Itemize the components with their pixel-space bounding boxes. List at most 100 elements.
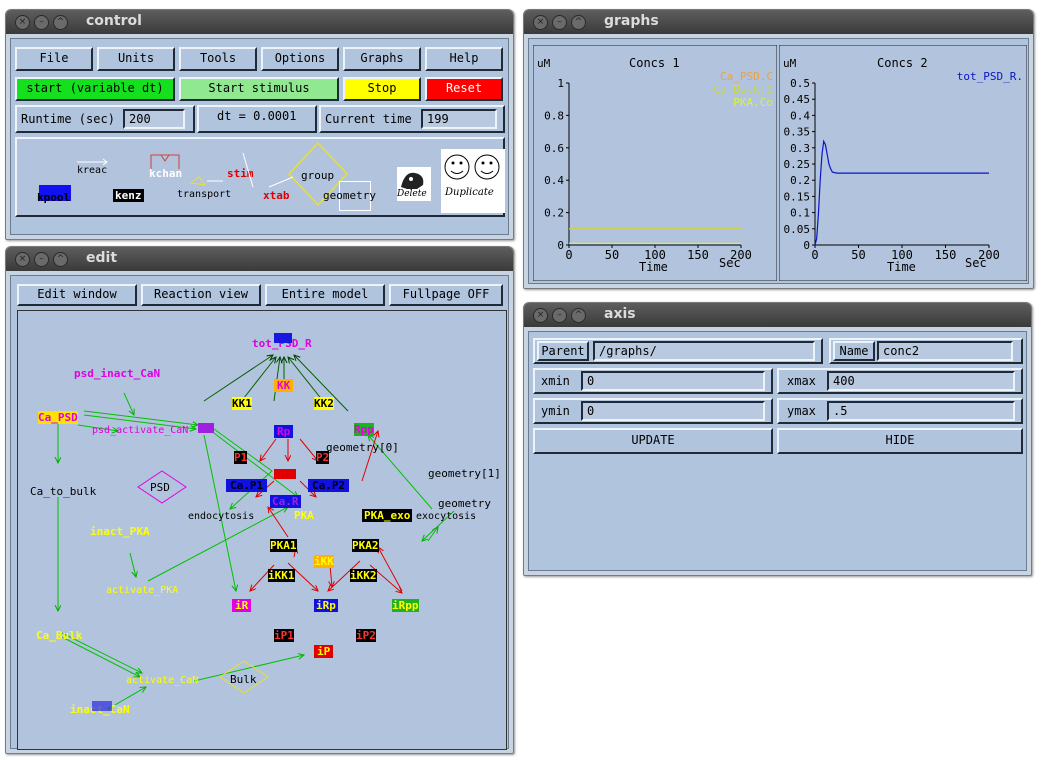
units-menu-button[interactable]: Units [97,47,175,71]
close-icon[interactable]: × [533,308,548,323]
minimize-icon[interactable]: – [552,308,567,323]
node-p1[interactable]: P1 [234,451,248,464]
entire-model-button[interactable]: Entire model [265,284,385,306]
node-p2[interactable]: P2 [316,451,330,464]
ymax-label: ymax [787,404,816,418]
node-psd[interactable]: PSD [150,481,170,494]
kpool-label: kpool [37,191,71,204]
node-pka-exo[interactable]: PKA_exo [362,509,413,522]
reset-button[interactable]: Reset [425,77,503,101]
edit-titlebar[interactable]: × – ^ edit [6,247,513,271]
axis-titlebar[interactable]: × – ^ axis [524,303,1031,327]
node-r-swatch [274,469,296,479]
plot2-xtick-label: 50 [851,248,865,262]
node-geometry0[interactable]: geometry[0] [326,441,399,454]
tools-menu-button[interactable]: Tools [179,47,257,71]
node-ir[interactable]: iR [232,599,252,612]
kchan-tool[interactable]: kchan [149,167,182,180]
node-rp[interactable]: Rp [274,425,294,438]
close-icon[interactable]: × [533,15,548,30]
xmax-input[interactable]: 400 [827,371,1015,391]
runtime-input[interactable]: 200 [123,109,185,129]
duplicate-tool[interactable]: Duplicate [441,149,505,213]
node-ikk1[interactable]: iKK1 [268,569,295,582]
node-geometry1[interactable]: geometry[1] [428,467,501,480]
transport-icon [189,176,223,186]
reaction-view-button[interactable]: Reaction view [141,284,261,306]
fullpage-button[interactable]: Fullpage OFF [389,284,503,306]
node-kk2[interactable]: KK2 [314,397,334,410]
node-irp[interactable]: iRp [314,599,338,612]
options-menu-button[interactable]: Options [261,47,339,71]
node-ca-bulk[interactable]: Ca_Bulk [36,629,82,642]
maximize-icon[interactable]: ^ [571,308,586,323]
node-ca-to-bulk[interactable]: Ca_to_bulk [30,485,96,498]
node-ip1[interactable]: iP1 [274,629,294,642]
node-irpp[interactable]: iRpp [392,599,419,612]
node-pka1[interactable]: PKA1 [270,539,297,552]
group-tool[interactable]: group [301,169,334,182]
axis-window: × – ^ axis Parent /graphs/ Name conc2 xm… [523,302,1032,576]
maximize-icon[interactable]: ^ [571,15,586,30]
node-ip2[interactable]: iP2 [356,629,376,642]
node-endocytosis[interactable]: endocytosis [188,511,254,522]
node-exocytosis[interactable]: exocytosis [416,511,476,522]
model-canvas[interactable]: tot_PSD_R psd_inact_CaN Ca_PSD psd_activ… [17,310,507,750]
file-menu-button[interactable]: File [15,47,93,71]
stop-button[interactable]: Stop [343,77,421,101]
node-pka[interactable]: PKA [294,509,314,522]
maximize-icon[interactable]: ^ [53,15,68,30]
geometry-tool[interactable]: geometry [323,189,376,202]
node-inact-pka[interactable]: inact_PKA [90,525,150,538]
plot2-title: Concs 2 [877,56,928,70]
node-pka2[interactable]: PKA2 [352,539,379,552]
node-activate-can[interactable]: activate_CaN [126,675,198,686]
edit-body: Edit window Reaction view Entire model F… [10,275,509,750]
ymax-input[interactable]: .5 [827,401,1015,421]
node-psd-inact-can[interactable]: psd_inact_CaN [74,367,160,380]
update-button[interactable]: UPDATE [533,428,773,454]
node-activate-pka[interactable]: activate_PKA [106,585,178,596]
node-kk1[interactable]: KK1 [232,397,252,410]
close-icon[interactable]: × [15,252,30,267]
name-input[interactable]: conc2 [877,341,1013,361]
minimize-icon[interactable]: – [34,15,49,30]
node-psd-activate-can[interactable]: psd_activate_CaN [92,425,188,436]
name-label[interactable]: Name [833,341,875,361]
kenz-tool[interactable]: kenz [113,189,144,202]
close-icon[interactable]: × [15,15,30,30]
plot2-xtick-label: 150 [935,248,957,262]
plot1-legend-entry: PKA.Co [733,96,773,109]
control-titlebar[interactable]: × – ^ control [6,10,513,34]
xmin-input[interactable]: 0 [581,371,765,391]
ymin-input[interactable]: 0 [581,401,765,421]
node-geometry[interactable]: geometry [438,497,491,510]
xtab-tool[interactable]: xtab [263,189,290,202]
start-stimulus-button[interactable]: Start stimulus [179,77,339,101]
node-ca-p2[interactable]: Ca.P2 [308,479,350,492]
edit-window-button[interactable]: Edit window [17,284,137,306]
node-kk[interactable]: KK [274,379,294,392]
delete-tool[interactable]: Delete [397,167,431,201]
node-ca-p1[interactable]: Ca.P1 [226,479,268,492]
node-bulk[interactable]: Bulk [230,673,257,686]
parent-label[interactable]: Parent [537,341,589,361]
node-ca-psd[interactable]: Ca_PSD [38,411,78,424]
start-button[interactable]: start (variable dt) [15,77,175,101]
graphs-menu-button[interactable]: Graphs [343,47,421,71]
maximize-icon[interactable]: ^ [53,252,68,267]
node-ikk[interactable]: iKK [314,555,334,568]
current-time-input[interactable]: 199 [421,109,497,129]
node-ip[interactable]: iP [314,645,334,658]
help-menu-button[interactable]: Help [425,47,503,71]
graphs-titlebar[interactable]: × – ^ graphs [524,10,1033,34]
minimize-icon[interactable]: – [552,15,567,30]
transport-tool[interactable]: transport [177,189,231,200]
plot2-ytick-label: 0.5 [790,77,810,90]
node-rpp[interactable]: Rpp [354,423,374,436]
node-ikk2[interactable]: iKK2 [350,569,377,582]
hide-button[interactable]: HIDE [777,428,1023,454]
parent-input[interactable]: /graphs/ [593,341,815,361]
minimize-icon[interactable]: – [34,252,49,267]
node-ca-r[interactable]: Ca.R [270,495,301,508]
